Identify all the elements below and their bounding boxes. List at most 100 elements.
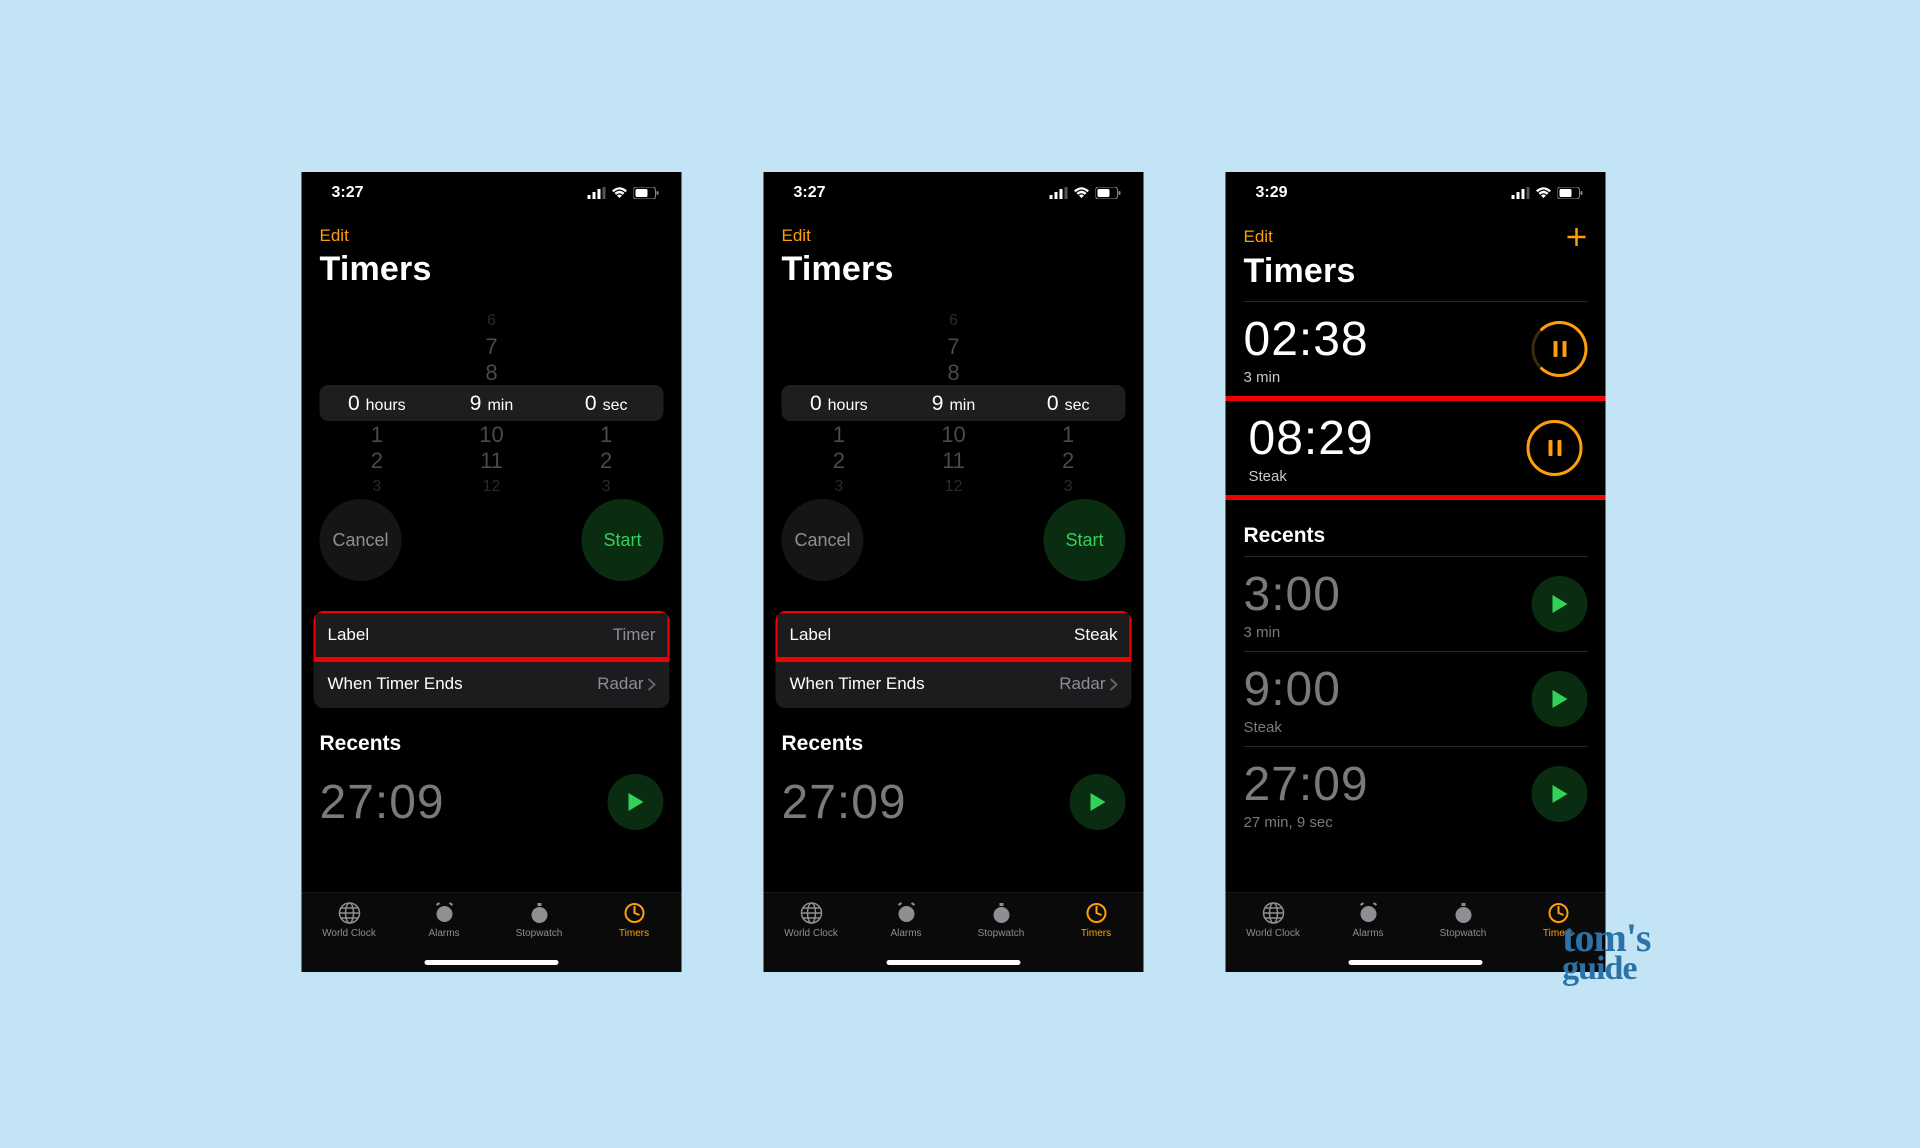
when-timer-ends-row[interactable]: When Timer Ends Radar (776, 659, 1132, 708)
minutes-picker[interactable]: 6 7 8 9min 10 11 12 (896, 319, 1011, 489)
recent-time: 9:00 (1244, 662, 1341, 717)
start-button[interactable]: Start (1044, 499, 1126, 581)
hours-picker[interactable]: 0hours 1 2 3 (782, 319, 897, 489)
globe-icon (337, 901, 361, 925)
recents-header: Recents (764, 708, 1144, 764)
plus-icon (1566, 226, 1588, 248)
tab-timers[interactable]: Timers (587, 901, 682, 972)
active-timer-row-highlighted: 08:29 Steak (1226, 396, 1606, 500)
play-button[interactable] (1532, 576, 1588, 632)
status-icons (588, 187, 660, 199)
play-icon (627, 792, 645, 812)
tab-bar: World Clock Alarms Stopwatch Timers (302, 892, 682, 972)
play-icon (1089, 792, 1107, 812)
page-title: Timers (302, 246, 682, 299)
home-indicator[interactable] (1349, 960, 1483, 965)
recent-sub: 3 min (1244, 624, 1341, 641)
tab-world-clock[interactable]: World Clock (764, 901, 859, 972)
phone-screen-1: 3:27 Edit Timers 0hours 1 2 3 (302, 172, 682, 972)
label-value: Steak (1074, 625, 1117, 645)
status-bar: 3:29 (1226, 172, 1606, 206)
nav-bar: Edit (764, 206, 1144, 246)
battery-icon (1558, 187, 1584, 199)
tab-timers[interactable]: Timers (1049, 901, 1144, 972)
label-row[interactable]: Label Timer (314, 611, 670, 659)
when-timer-ends-row[interactable]: When Timer Ends Radar (314, 659, 670, 708)
label-row[interactable]: Label Steak (776, 611, 1132, 659)
tab-bar: World Clock Alarms Stopwatch Timers (764, 892, 1144, 972)
edit-button[interactable]: Edit (320, 226, 349, 246)
recents-header: Recents (302, 708, 682, 764)
phone-screen-3: 3:29 Edit Timers 02:38 3 min (1226, 172, 1606, 972)
status-time: 3:27 (794, 184, 826, 202)
ends-key: When Timer Ends (790, 674, 925, 694)
time-picker[interactable]: 0hours 1 2 3 6 7 8 9min 10 11 12 0sec (320, 319, 664, 489)
recents-header: Recents (1226, 500, 1606, 556)
seconds-picker[interactable]: 0sec 1 2 3 (1011, 319, 1126, 489)
recent-timer-row: 27:09 (764, 764, 1144, 840)
cancel-button[interactable]: Cancel (782, 499, 864, 581)
ends-key: When Timer Ends (328, 674, 463, 694)
wifi-icon (612, 187, 628, 199)
chevron-right-icon (1110, 678, 1118, 691)
active-timer-row: 02:38 3 min (1226, 302, 1606, 396)
play-icon (1551, 689, 1569, 709)
tab-world-clock[interactable]: World Clock (302, 901, 397, 972)
recent-time: 27:09 (782, 775, 907, 830)
label-key: Label (328, 625, 370, 645)
status-icons (1050, 187, 1122, 199)
status-time: 3:27 (332, 184, 364, 202)
watermark-logo: tom's guide (1562, 921, 1650, 984)
tab-world-clock[interactable]: World Clock (1226, 901, 1321, 972)
pause-button[interactable] (1527, 420, 1583, 476)
battery-icon (1096, 187, 1122, 199)
wifi-icon (1536, 187, 1552, 199)
recent-sub: 27 min, 9 sec (1244, 814, 1369, 831)
cellular-icon (588, 187, 606, 199)
page-title: Timers (764, 246, 1144, 299)
page-title: Timers (1226, 248, 1606, 301)
time-picker[interactable]: 0hours 1 2 3 6 7 8 9min 10 11 12 0sec (782, 319, 1126, 489)
timer-icon (622, 901, 646, 925)
play-button[interactable] (1532, 766, 1588, 822)
recent-time: 27:09 (1244, 757, 1369, 812)
stopwatch-icon (1451, 901, 1475, 925)
timer-icon (1084, 901, 1108, 925)
active-time: 02:38 (1244, 312, 1369, 367)
pause-button[interactable] (1532, 321, 1588, 377)
cellular-icon (1050, 187, 1068, 199)
home-indicator[interactable] (887, 960, 1021, 965)
battery-icon (634, 187, 660, 199)
ends-value: Radar (597, 674, 643, 694)
stopwatch-icon (527, 901, 551, 925)
play-button[interactable] (608, 774, 664, 830)
nav-bar: Edit (302, 206, 682, 246)
play-button[interactable] (1070, 774, 1126, 830)
recent-timer-row: 3:00 3 min (1226, 557, 1606, 651)
recent-time: 27:09 (320, 775, 445, 830)
cellular-icon (1512, 187, 1530, 199)
home-indicator[interactable] (425, 960, 559, 965)
seconds-picker[interactable]: 0sec 1 2 3 (549, 319, 664, 489)
nav-bar: Edit (1226, 206, 1606, 248)
start-button[interactable]: Start (582, 499, 664, 581)
minutes-picker[interactable]: 6 7 8 9min 10 11 12 (434, 319, 549, 489)
edit-button[interactable]: Edit (782, 226, 811, 246)
add-timer-button[interactable] (1566, 226, 1588, 248)
globe-icon (1261, 901, 1285, 925)
timer-options: Label Timer When Timer Ends Radar (314, 611, 670, 708)
stopwatch-icon (989, 901, 1013, 925)
play-icon (1551, 784, 1569, 804)
play-button[interactable] (1532, 671, 1588, 727)
alarm-icon (432, 901, 456, 925)
cancel-button[interactable]: Cancel (320, 499, 402, 581)
status-bar: 3:27 (302, 172, 682, 206)
recent-timer-row: 27:09 (302, 764, 682, 840)
recent-time: 3:00 (1244, 567, 1341, 622)
hours-picker[interactable]: 0hours 1 2 3 (320, 319, 435, 489)
phone-screen-2: 3:27 Edit Timers 0hours 1 2 3 (764, 172, 1144, 972)
play-icon (1551, 594, 1569, 614)
active-sub: Steak (1249, 468, 1374, 485)
status-icons (1512, 187, 1584, 199)
edit-button[interactable]: Edit (1244, 227, 1273, 247)
